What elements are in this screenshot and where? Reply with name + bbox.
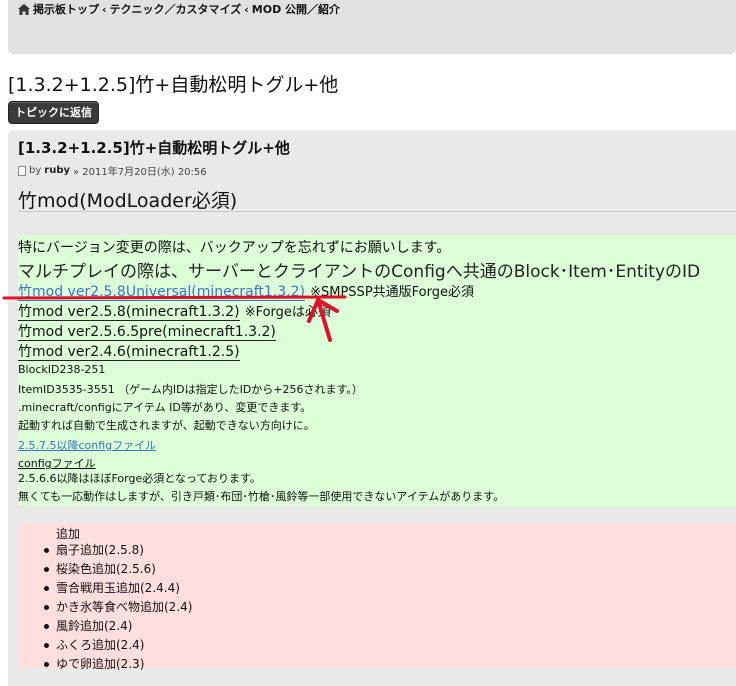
home-icon: [18, 3, 30, 15]
list-item-text: 桜染色追加(2.5.6): [56, 562, 156, 576]
additions-section: 追加 扇子追加(2.5.8) 桜染色追加(2.5.6) 雪合戦用玉追加(2.4.…: [18, 523, 736, 671]
list-item: 桜染色追加(2.5.6): [42, 560, 192, 579]
bullet-icon: [44, 567, 49, 572]
download-section: 特にバージョン変更の際は、バックアップを忘れずにお願いします。 マルチプレイの際…: [18, 235, 736, 506]
post-title[interactable]: [1.3.2+1.2.5]竹+自動松明トグル+他: [18, 137, 290, 158]
additions-list: 扇子追加(2.5.8) 桜染色追加(2.5.6) 雪合戦用玉追加(2.4.4) …: [42, 541, 192, 674]
bullet-icon: [44, 605, 49, 610]
breadcrumb-separator: ‹: [244, 2, 249, 16]
list-item-text: 風鈴追加(2.4): [56, 619, 133, 633]
header-bar: 掲示板トップ ‹ テクニック／カスタマイズ ‹ MOD 公開／紹介: [8, 0, 736, 54]
download-row: 竹mod ver2.5.6.5pre(minecraft1.3.2): [18, 321, 276, 341]
download-link-2565pre[interactable]: 竹mod ver2.5.6.5pre(minecraft1.3.2): [18, 324, 276, 341]
forge-note: 2.5.6.6以降はほぼForge必須となっております。: [18, 472, 261, 485]
bullet-icon: [44, 586, 49, 591]
breadcrumb-mod-link[interactable]: MOD 公開／紹介: [252, 1, 340, 17]
download-link-258[interactable]: 竹mod ver2.5.8(minecraft1.3.2): [18, 304, 240, 321]
breadcrumb-separator: ‹: [102, 2, 107, 16]
block-id-text: BlockID238-251: [18, 363, 106, 376]
bullet-icon: [44, 662, 49, 667]
download-note: ※Forgeは必須: [244, 305, 331, 320]
download-row: 竹mod ver2.4.6(minecraft1.2.5): [18, 341, 240, 361]
config-link[interactable]: configファイル: [18, 457, 96, 470]
list-item: 風鈴追加(2.4): [42, 617, 192, 636]
page-title[interactable]: [1.3.2+1.2.5]竹+自動松明トグル+他: [8, 70, 338, 97]
post-by-label: by: [29, 165, 42, 176]
download-link-universal[interactable]: 竹mod ver2.5.8Universal(minecraft1.3.2): [18, 284, 306, 301]
bullet-icon: [44, 624, 49, 629]
download-row: 竹mod ver2.5.8(minecraft1.3.2) ※Forgeは必須: [18, 301, 331, 321]
item-id-text: ItemID3535-3551 （ゲーム内IDは指定したIDから+256されます…: [18, 383, 363, 396]
post-body: [1.3.2+1.2.5]竹+自動松明トグル+他 by ruby » 2011年…: [8, 130, 736, 686]
breadcrumb-home-link[interactable]: 掲示板トップ: [33, 1, 99, 17]
divider: [18, 211, 736, 212]
list-item-text: ふくろ追加(2.4): [56, 638, 145, 652]
additions-title: 追加: [56, 527, 81, 541]
config-link-row: configファイル: [18, 452, 96, 471]
post-icon[interactable]: [18, 165, 26, 176]
post-heading: 竹mod(ModLoader必須): [18, 190, 238, 212]
list-item: 扇子追加(2.5.8): [42, 541, 192, 560]
multiplayer-note: マルチプレイの際は、サーバーとクライアントのConfigへ共通のBlock･It…: [18, 262, 701, 282]
list-item: かき氷等食べ物追加(2.4): [42, 598, 192, 617]
config-link-row: 2.5.7.5以降configファイル: [18, 434, 156, 453]
reply-button[interactable]: トピックに返信: [8, 101, 99, 124]
list-item: ふくろ追加(2.4): [42, 636, 192, 655]
list-item: ゆで卵追加(2.3): [42, 655, 192, 674]
list-item-text: かき氷等食べ物追加(2.4): [56, 600, 193, 614]
breadcrumb-techniques-link[interactable]: テクニック／カスタマイズ: [110, 1, 242, 17]
list-item-text: ゆで卵追加(2.3): [56, 657, 145, 671]
config-link-2575[interactable]: 2.5.7.5以降configファイル: [18, 439, 156, 452]
download-row: 竹mod ver2.5.8Universal(minecraft1.3.2) ※…: [18, 281, 474, 301]
bullet-icon: [44, 643, 49, 648]
post-author[interactable]: ruby: [44, 165, 70, 176]
breadcrumb: 掲示板トップ ‹ テクニック／カスタマイズ ‹ MOD 公開／紹介: [18, 1, 340, 17]
download-note: ※SMPSSP共通版Forge必須: [310, 285, 474, 300]
auto-generate-note: 起動すれば自動で生成されますが、起動できない方向けに。: [18, 419, 315, 432]
config-note: .minecraft/configにアイテム ID等があり、変更できます。: [18, 401, 312, 414]
download-link-246[interactable]: 竹mod ver2.4.6(minecraft1.2.5): [18, 344, 240, 361]
no-forge-note: 無くても一応動作はしますが、引き戸類･布団･竹槍･風鈴等一部使用できないアイテム…: [18, 490, 505, 503]
list-item-text: 雪合戦用玉追加(2.4.4): [56, 581, 180, 595]
bullet-icon: [44, 548, 49, 553]
backup-warning: 特にバージョン変更の際は、バックアップを忘れずにお願いします。: [18, 240, 451, 256]
list-item: 雪合戦用玉追加(2.4.4): [42, 579, 192, 598]
post-meta: by ruby » 2011年7月20日(水) 20:56: [18, 163, 207, 178]
list-item-text: 扇子追加(2.5.8): [56, 543, 144, 557]
post-date: » 2011年7月20日(水) 20:56: [73, 167, 207, 178]
